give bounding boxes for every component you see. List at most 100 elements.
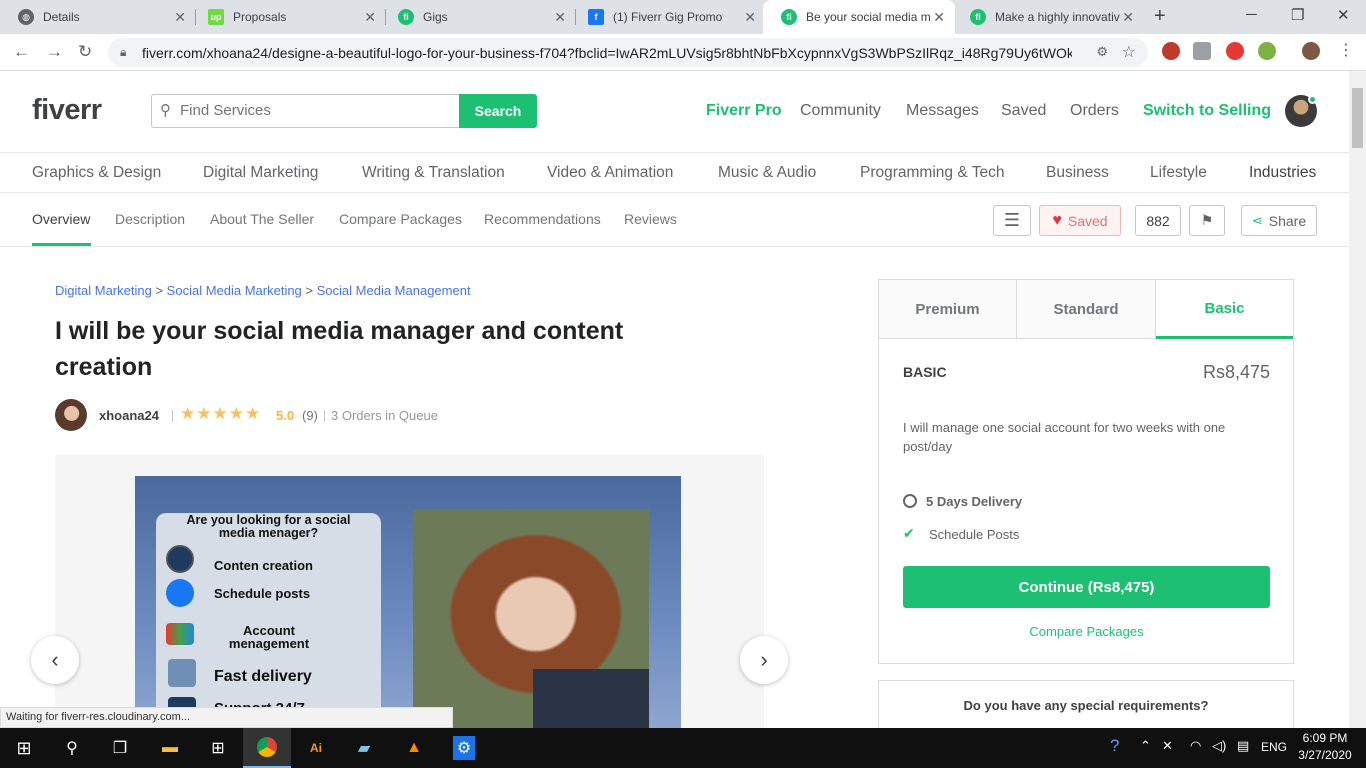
url-text[interactable]: fiverr.com/xhoana24/designe-a-beautiful-… bbox=[142, 45, 1072, 61]
nav-saved[interactable]: Saved bbox=[1001, 102, 1046, 120]
close-tab-icon[interactable]: ✕ bbox=[554, 9, 566, 26]
scrollbar[interactable] bbox=[1349, 71, 1366, 728]
category-lifestyle[interactable]: Lifestyle bbox=[1150, 164, 1207, 182]
chrome-icon[interactable] bbox=[243, 728, 291, 768]
nav-fiverr-pro[interactable]: Fiverr Pro bbox=[706, 102, 782, 120]
taskbar: ⊞ ⚲ ❐ ▬ ⊞ Ai ▰ ▲ ⚙ ? ⌃ ✕ ◠ ◁) ▤ ENG bbox=[0, 728, 1366, 768]
wifi-icon[interactable]: ◠ bbox=[1190, 738, 1201, 754]
search-button[interactable]: Search bbox=[459, 94, 537, 128]
close-tab-icon[interactable]: ✕ bbox=[364, 9, 376, 26]
category-video-animation[interactable]: Video & Animation bbox=[547, 164, 673, 182]
special-requirements-box[interactable]: Do you have any special requirements? bbox=[878, 680, 1294, 730]
breadcrumb-link[interactable]: Social Media Marketing bbox=[167, 283, 302, 298]
scrollbar-thumb[interactable] bbox=[1352, 88, 1363, 148]
close-tab-icon[interactable]: ✕ bbox=[744, 9, 756, 26]
language-indicator[interactable]: ENG bbox=[1261, 740, 1287, 754]
forward-icon[interactable]: → bbox=[46, 42, 63, 62]
bookmark-star-icon[interactable]: ☆ bbox=[1122, 42, 1136, 62]
search-input[interactable] bbox=[180, 102, 450, 119]
category-programming-tech[interactable]: Programming & Tech bbox=[860, 164, 1004, 182]
tab-title: Be your social media manager bbox=[806, 10, 931, 24]
browser-tab[interactable]: f (1) Fiverr Gig Promotion ✕ bbox=[570, 0, 766, 34]
browser-tab[interactable]: ◍ Details ✕ bbox=[0, 0, 196, 34]
browser-tab[interactable]: up Proposals ✕ bbox=[190, 0, 386, 34]
extension-icon[interactable] bbox=[1162, 42, 1180, 60]
tab-recommendations[interactable]: Recommendations bbox=[484, 211, 601, 227]
task-view-icon[interactable]: ❐ bbox=[96, 728, 144, 768]
volume-icon[interactable]: ◁) bbox=[1212, 738, 1226, 754]
breadcrumb-link[interactable]: Social Media Management bbox=[317, 283, 471, 298]
tab-about-seller[interactable]: About The Seller bbox=[210, 211, 314, 227]
category-business[interactable]: Business bbox=[1046, 164, 1109, 182]
review-count[interactable]: (9) bbox=[302, 408, 318, 423]
search-icon[interactable]: ⚲ bbox=[48, 728, 96, 768]
seller-avatar[interactable] bbox=[55, 399, 87, 431]
maximize-icon[interactable]: ❐ bbox=[1291, 6, 1304, 24]
notepad-icon[interactable]: ▰ bbox=[340, 728, 388, 768]
profile-avatar-icon[interactable] bbox=[1302, 42, 1320, 60]
nav-orders[interactable]: Orders bbox=[1070, 102, 1119, 120]
saved-button[interactable]: ♥ Saved bbox=[1039, 205, 1121, 236]
search-box[interactable]: ⚲ bbox=[151, 94, 460, 128]
category-music-audio[interactable]: Music & Audio bbox=[718, 164, 816, 182]
close-tab-icon[interactable]: ✕ bbox=[1122, 9, 1134, 26]
tab-reviews[interactable]: Reviews bbox=[624, 211, 677, 227]
nav-switch-to-selling[interactable]: Switch to Selling bbox=[1143, 102, 1271, 120]
compare-packages-link[interactable]: Compare Packages bbox=[903, 624, 1270, 639]
share-button[interactable]: ⋖ Share bbox=[1241, 205, 1317, 236]
minimize-icon[interactable]: ─ bbox=[1246, 6, 1257, 23]
tab-compare-packages[interactable]: Compare Packages bbox=[339, 211, 462, 227]
extension-icon[interactable] bbox=[1258, 42, 1276, 60]
category-industries[interactable]: Industries bbox=[1249, 164, 1316, 182]
tab-description[interactable]: Description bbox=[115, 211, 185, 227]
new-tab-icon[interactable]: + bbox=[1154, 5, 1166, 28]
back-icon[interactable]: ← bbox=[13, 42, 30, 62]
illustrator-icon[interactable]: Ai bbox=[292, 728, 340, 768]
keyboard-icon[interactable]: ▤ bbox=[1237, 738, 1249, 754]
search-icon: ⚲ bbox=[160, 102, 171, 119]
delivery-time: 5 Days Delivery bbox=[926, 494, 1023, 509]
close-window-icon[interactable]: ✕ bbox=[1337, 6, 1350, 24]
windows-start-icon[interactable]: ⊞ bbox=[0, 728, 48, 768]
file-explorer-icon[interactable]: ▬ bbox=[146, 728, 194, 768]
system-clock[interactable]: 6:09 PM 3/27/2020 bbox=[1290, 730, 1360, 764]
extension-badge-icon[interactable] bbox=[1226, 42, 1244, 60]
flag-icon[interactable]: ⚑ bbox=[1189, 205, 1225, 236]
package-description: I will manage one social account for two… bbox=[903, 420, 1226, 454]
fiverr-logo[interactable]: fiverr bbox=[32, 94, 102, 127]
omnibox[interactable]: 🔒︎ fiverr.com/xhoana24/designe-a-beautif… bbox=[108, 38, 1148, 67]
store-icon[interactable]: ⊞ bbox=[194, 728, 242, 768]
help-icon[interactable]: ? bbox=[1110, 736, 1119, 756]
category-writing-translation[interactable]: Writing & Translation bbox=[362, 164, 505, 182]
breadcrumb-link[interactable]: Digital Marketing bbox=[55, 283, 152, 298]
reload-icon[interactable]: ↻ bbox=[78, 42, 92, 62]
nav-community[interactable]: Community bbox=[800, 102, 881, 120]
browser-tab-active[interactable]: fi Be your social media manager ✕ bbox=[763, 0, 955, 34]
breadcrumb: Digital Marketing > Social Media Marketi… bbox=[55, 283, 471, 298]
shield-icon[interactable] bbox=[1193, 42, 1211, 60]
package-tab-basic[interactable]: Basic bbox=[1156, 280, 1293, 339]
gallery-prev-button[interactable]: ‹ bbox=[31, 636, 79, 684]
category-digital-marketing[interactable]: Digital Marketing bbox=[203, 164, 318, 182]
divider bbox=[172, 410, 173, 422]
chevron-up-icon[interactable]: ⌃ bbox=[1140, 738, 1151, 754]
gallery-next-button[interactable]: › bbox=[740, 636, 788, 684]
close-tab-icon[interactable]: ✕ bbox=[174, 9, 186, 26]
browser-tab[interactable]: fi Gigs ✕ bbox=[380, 0, 576, 34]
close-tab-icon[interactable]: ✕ bbox=[933, 9, 945, 26]
network-icon[interactable]: ✕ bbox=[1162, 738, 1173, 754]
continue-button[interactable]: Continue (Rs8,475) bbox=[903, 566, 1270, 608]
site-settings-icon[interactable]: ⚙ bbox=[1096, 44, 1108, 60]
share-icon: ⋖ bbox=[1251, 212, 1263, 228]
seller-name[interactable]: xhoana24 bbox=[99, 408, 159, 423]
browser-tab[interactable]: fi Make a highly innovative ✕ bbox=[952, 0, 1144, 34]
package-tab-premium[interactable]: Premium bbox=[879, 280, 1017, 339]
vlc-icon[interactable]: ▲ bbox=[390, 728, 438, 768]
package-tab-standard[interactable]: Standard bbox=[1017, 280, 1156, 339]
browser-menu-icon[interactable]: ⋮ bbox=[1338, 40, 1354, 60]
settings-icon[interactable]: ⚙ bbox=[440, 728, 488, 768]
menu-lines-icon[interactable]: ☰ bbox=[993, 205, 1031, 236]
tab-overview[interactable]: Overview bbox=[32, 211, 90, 227]
category-graphics-design[interactable]: Graphics & Design bbox=[32, 164, 161, 182]
nav-messages[interactable]: Messages bbox=[906, 102, 979, 120]
